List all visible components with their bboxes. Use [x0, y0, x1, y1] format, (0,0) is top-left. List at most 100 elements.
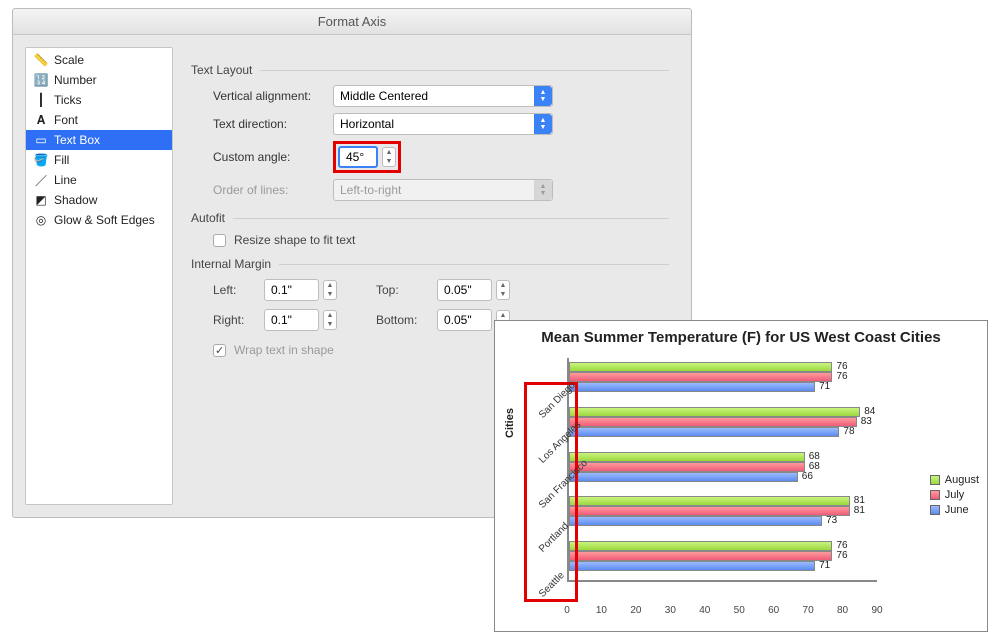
- chart-x-tick: 20: [630, 605, 641, 616]
- textbox-icon: ▭: [34, 133, 48, 147]
- chart-bar: [569, 541, 832, 551]
- margin-right-label: Right:: [213, 313, 258, 327]
- sidebar-item-shadow[interactable]: ◩ Shadow: [26, 190, 172, 210]
- vertical-alignment-label: Vertical alignment:: [213, 89, 323, 103]
- section-text-layout: Text Layout: [191, 63, 252, 77]
- order-of-lines-label: Order of lines:: [213, 183, 323, 197]
- chart-category-label: Seattle: [537, 570, 567, 600]
- section-autofit: Autofit: [191, 211, 225, 225]
- sidebar-label: Glow & Soft Edges: [54, 213, 155, 227]
- sidebar-label: Line: [54, 173, 77, 187]
- margin-left-stepper[interactable]: ▲▼: [323, 280, 337, 300]
- sidebar-item-glow[interactable]: ◎ Glow & Soft Edges: [26, 210, 172, 230]
- chart-bar: [569, 407, 860, 417]
- font-icon: 𝐀: [34, 113, 48, 127]
- highlight-box: ▲▼: [333, 141, 401, 173]
- legend-item: July: [930, 489, 979, 501]
- sidebar-item-line[interactable]: ／ Line: [26, 170, 172, 190]
- margin-bottom-input[interactable]: [437, 309, 492, 331]
- margin-left-input[interactable]: [264, 279, 319, 301]
- margin-top-label: Top:: [376, 283, 431, 297]
- text-direction-select[interactable]: ▲▼: [333, 113, 553, 135]
- sidebar: 📏 Scale 🔢 Number ┃ Ticks 𝐀 Font ▭ Text B…: [25, 47, 173, 505]
- ruler-icon: 📏: [34, 53, 48, 67]
- chart-category-label: San Diego: [537, 380, 578, 421]
- chart-bar-value: 71: [819, 560, 830, 571]
- margin-right-input[interactable]: [264, 309, 319, 331]
- sidebar-label: Number: [54, 73, 97, 87]
- sidebar-label: Text Box: [54, 133, 100, 147]
- chart-x-tick: 70: [803, 605, 814, 616]
- chart-x-tick: 50: [734, 605, 745, 616]
- wrap-text-label: Wrap text in shape: [234, 343, 334, 357]
- margin-top-input[interactable]: [437, 279, 492, 301]
- dropdown-arrows-icon: ▲▼: [534, 180, 552, 200]
- chart-bar-value: 66: [802, 471, 813, 482]
- vertical-alignment-select[interactable]: ▲▼: [333, 85, 553, 107]
- chart-x-tick: 80: [837, 605, 848, 616]
- chart-x-tick: 40: [699, 605, 710, 616]
- custom-angle-stepper[interactable]: ▲▼: [382, 147, 396, 167]
- sidebar-item-scale[interactable]: 📏 Scale: [26, 50, 172, 70]
- dropdown-arrows-icon: ▲▼: [534, 114, 552, 134]
- chart-bar-value: 71: [819, 381, 830, 392]
- chart-x-tick: 10: [596, 605, 607, 616]
- chart-bar: [569, 496, 850, 506]
- chart-bar: [569, 462, 805, 472]
- chart-bar: [569, 372, 832, 382]
- sidebar-item-number[interactable]: 🔢 Number: [26, 70, 172, 90]
- chart-bar-value: 83: [861, 416, 872, 427]
- sidebar-label: Ticks: [54, 93, 82, 107]
- chart-bar: [569, 427, 839, 437]
- line-icon: ／: [34, 173, 48, 187]
- chart-bar: [569, 417, 857, 427]
- chart-plot-area: 767671818173686866848378767671: [567, 358, 877, 582]
- chart-x-tick: 60: [768, 605, 779, 616]
- margin-right-stepper[interactable]: ▲▼: [323, 310, 337, 330]
- chart-bar-value: 78: [843, 426, 854, 437]
- chart-x-tick: 0: [564, 605, 570, 616]
- custom-angle-label: Custom angle:: [213, 150, 323, 164]
- chart-x-ticks: 0102030405060708090: [567, 605, 877, 619]
- dropdown-arrows-icon: ▲▼: [534, 86, 552, 106]
- sidebar-item-font[interactable]: 𝐀 Font: [26, 110, 172, 130]
- chart-bar: [569, 506, 850, 516]
- chart-x-tick: 30: [665, 605, 676, 616]
- chart-bar: [569, 561, 815, 571]
- chart-x-tick: 90: [871, 605, 882, 616]
- chart-bar: [569, 516, 822, 526]
- legend-item: August: [930, 474, 979, 486]
- number-icon: 🔢: [34, 73, 48, 87]
- chart-bar: [569, 452, 805, 462]
- sidebar-item-textbox[interactable]: ▭ Text Box: [26, 130, 172, 150]
- chart-bar: [569, 472, 798, 482]
- chart-legend: August July June: [930, 471, 979, 519]
- margin-top-stepper[interactable]: ▲▼: [496, 280, 510, 300]
- sidebar-label: Shadow: [54, 193, 97, 207]
- margin-left-label: Left:: [213, 283, 258, 297]
- chart-bar-value: 73: [826, 515, 837, 526]
- chart-y-axis-label: Cities: [504, 408, 516, 438]
- chart-title: Mean Summer Temperature (F) for US West …: [495, 321, 987, 348]
- sidebar-item-ticks[interactable]: ┃ Ticks: [26, 90, 172, 110]
- ticks-icon: ┃: [34, 93, 48, 107]
- order-of-lines-select: ▲▼: [333, 179, 553, 201]
- chart-bar: [569, 551, 832, 561]
- shadow-icon: ◩: [34, 193, 48, 207]
- dialog-title: Format Axis: [13, 9, 691, 35]
- chart-category-label: Los Angeles: [537, 419, 583, 465]
- legend-item: June: [930, 504, 979, 516]
- chart-bar-value: 81: [854, 505, 865, 516]
- chart-bar-value: 76: [836, 550, 847, 561]
- section-internal-margin: Internal Margin: [191, 257, 271, 271]
- text-direction-label: Text direction:: [213, 117, 323, 131]
- custom-angle-input[interactable]: [338, 146, 378, 168]
- fill-icon: 🪣: [34, 153, 48, 167]
- sidebar-label: Font: [54, 113, 78, 127]
- chart-category-label: Portland: [537, 521, 571, 555]
- sidebar-item-fill[interactable]: 🪣 Fill: [26, 150, 172, 170]
- resize-shape-checkbox[interactable]: [213, 234, 226, 247]
- margin-bottom-label: Bottom:: [376, 313, 431, 327]
- category-labels-highlight: SeattlePortlandSan FranciscoLos AngelesS…: [524, 382, 578, 602]
- sidebar-label: Fill: [54, 153, 69, 167]
